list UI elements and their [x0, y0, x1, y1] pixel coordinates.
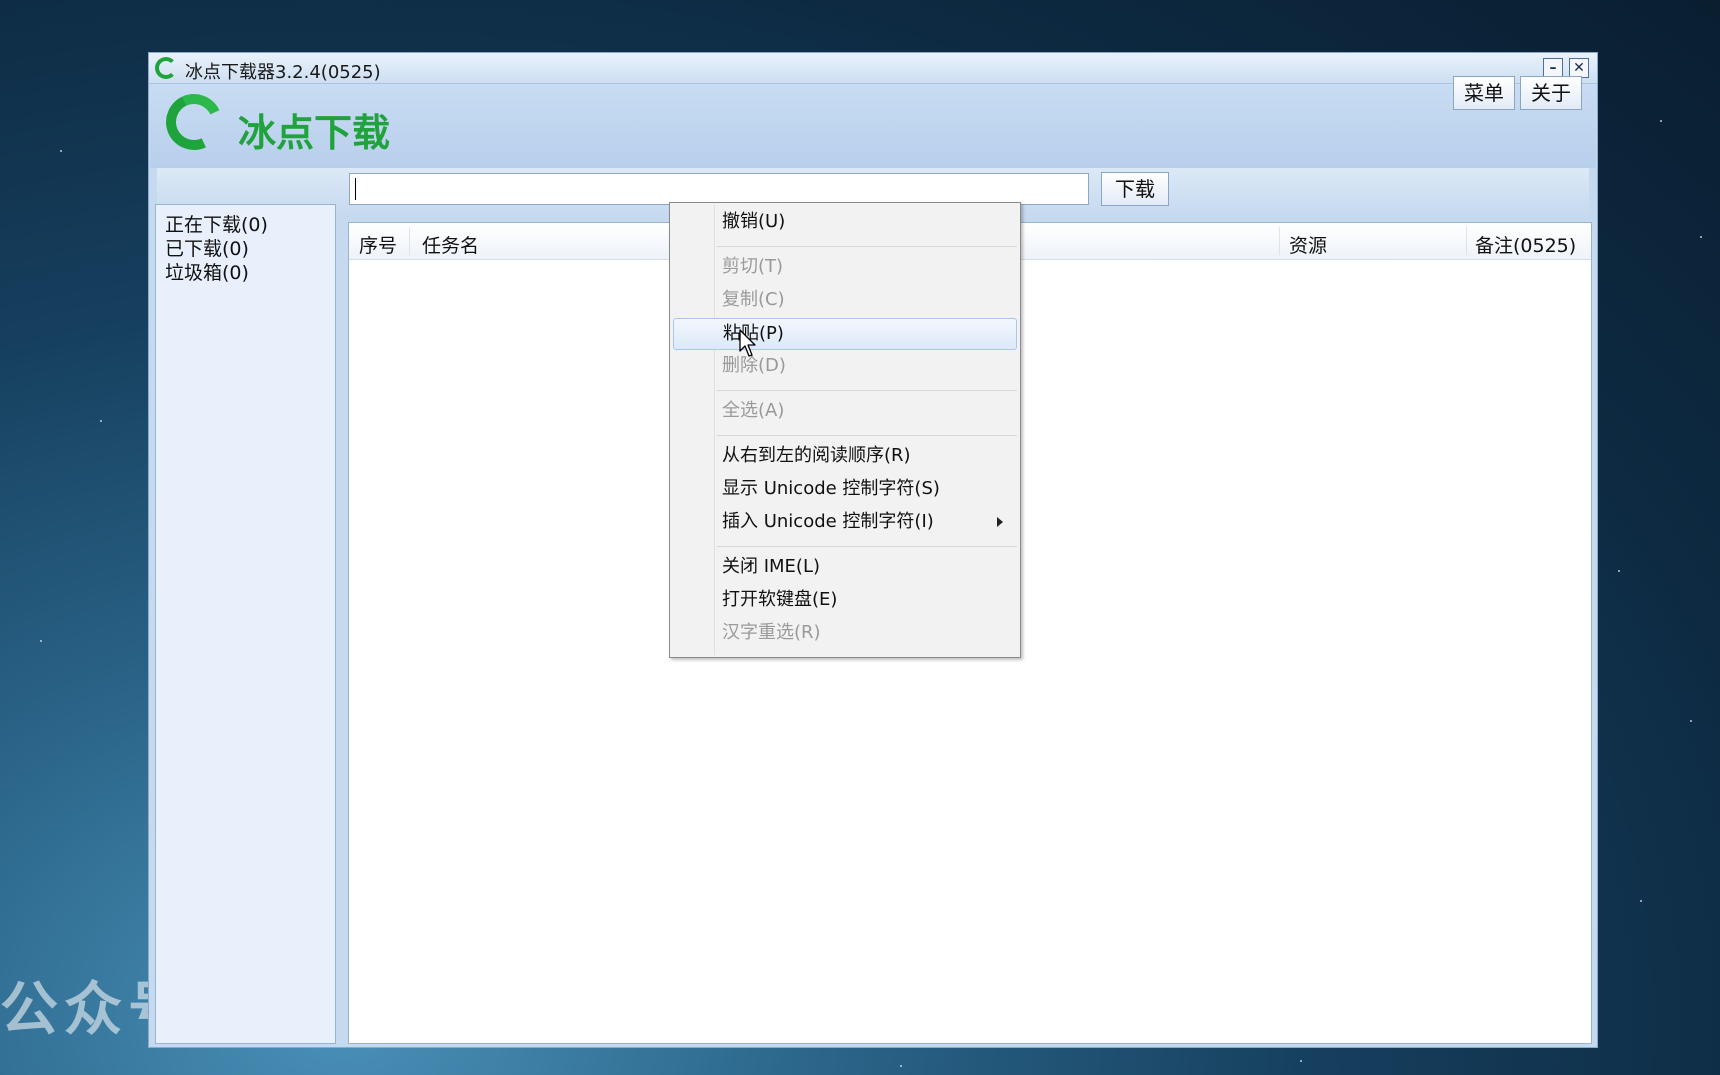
menu-item-reconvert[interactable]: 汉字重选(R)	[673, 618, 1017, 650]
menu-item-delete[interactable]: 删除(D)	[673, 351, 1017, 383]
menu-item-cut[interactable]: 剪切(T)	[673, 252, 1017, 284]
column-header-index[interactable]: 序号	[359, 231, 397, 258]
app-logo-icon	[155, 57, 177, 79]
menu-separator	[717, 390, 1017, 391]
menu-item-label: 插入 Unicode 控制字符(I)	[722, 511, 934, 532]
sidebar-item-downloading[interactable]: 正在下载(0)	[165, 210, 268, 237]
menu-separator	[717, 435, 1017, 436]
minimize-button[interactable]: –	[1543, 58, 1563, 78]
column-divider[interactable]	[1466, 227, 1467, 255]
sidebar-item-downloaded[interactable]: 已下载(0)	[165, 234, 249, 261]
menu-item-rtl-reading-order[interactable]: 从右到左的阅读顺序(R)	[673, 441, 1017, 473]
sidebar: 正在下载(0) 已下载(0) 垃圾箱(0)	[155, 204, 336, 1044]
menu-item-show-unicode-control[interactable]: 显示 Unicode 控制字符(S)	[673, 474, 1017, 506]
menu-item-paste[interactable]: 粘贴(P)	[673, 318, 1017, 350]
menu-item-select-all[interactable]: 全选(A)	[673, 396, 1017, 428]
submenu-arrow-icon	[997, 517, 1003, 527]
column-divider[interactable]	[409, 227, 410, 255]
menu-item-insert-unicode-control[interactable]: 插入 Unicode 控制字符(I)	[673, 507, 1017, 539]
window-title: 冰点下载器3.2.4(0525)	[185, 62, 381, 83]
title-bar[interactable]: 冰点下载器3.2.4(0525) – ✕	[149, 53, 1597, 84]
sidebar-item-trash[interactable]: 垃圾箱(0)	[165, 258, 249, 285]
menu-button[interactable]: 菜单	[1453, 76, 1515, 110]
column-divider[interactable]	[1279, 227, 1280, 255]
menu-item-soft-keyboard[interactable]: 打开软键盘(E)	[673, 585, 1017, 617]
column-header-note[interactable]: 备注(0525)	[1475, 231, 1576, 258]
menu-item-undo[interactable]: 撤销(U)	[673, 207, 1017, 239]
column-header-source[interactable]: 资源	[1289, 231, 1327, 258]
text-caret	[355, 178, 356, 200]
menu-item-close-ime[interactable]: 关闭 IME(L)	[673, 552, 1017, 584]
brand-logo-icon	[158, 86, 230, 158]
url-input[interactable]	[349, 173, 1089, 205]
menu-item-copy[interactable]: 复制(C)	[673, 285, 1017, 317]
about-button[interactable]: 关于	[1520, 76, 1582, 110]
menu-separator	[717, 246, 1017, 247]
brand-name: 冰点下载	[238, 111, 391, 155]
column-header-task-name[interactable]: 任务名	[422, 231, 479, 258]
download-button[interactable]: 下载	[1101, 172, 1169, 206]
close-button[interactable]: ✕	[1569, 58, 1589, 78]
app-header: 冰点下载	[150, 84, 1596, 168]
mouse-pointer-icon	[739, 329, 756, 357]
context-menu: 撤销(U) 剪切(T) 复制(C) 粘贴(P) 删除(D) 全选(A) 从右到左…	[669, 202, 1021, 658]
menu-separator	[717, 546, 1017, 547]
